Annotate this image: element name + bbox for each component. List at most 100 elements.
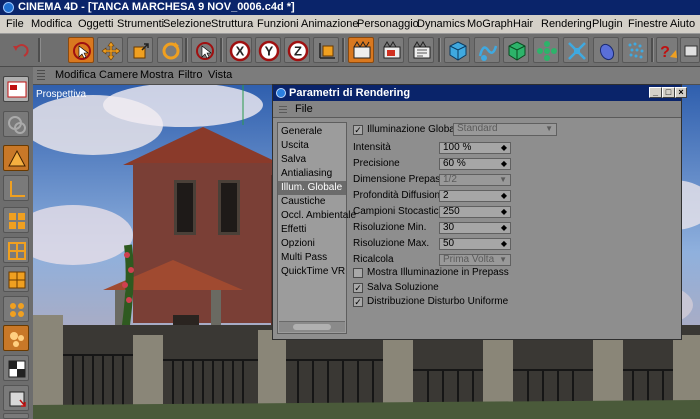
category-multi-pass[interactable]: Multi Pass: [278, 251, 346, 265]
salva-soluzione-checkbox[interactable]: ✓: [353, 283, 363, 293]
viewport-menu-modifica[interactable]: Modifica: [55, 69, 96, 82]
category-occl-ambientale[interactable]: Occl. Ambientale: [278, 209, 356, 223]
menu-funzioni[interactable]: Funzioni: [257, 17, 299, 31]
param-campioni-stocastici-field[interactable]: 250 ◆: [439, 206, 511, 218]
undo-icon[interactable]: [8, 37, 34, 63]
param-value: 250: [443, 206, 460, 217]
animation-icon[interactable]: [3, 385, 29, 411]
gi-enable-checkbox[interactable]: ✓: [353, 125, 363, 135]
menu-plugin[interactable]: Plugin: [592, 17, 623, 31]
point-tool-icon[interactable]: [3, 175, 29, 201]
tweak-tool-icon[interactable]: [3, 325, 29, 351]
close-button[interactable]: ×: [675, 87, 687, 98]
menu-animazione[interactable]: Animazione: [301, 17, 358, 31]
gi-mode-dropdown[interactable]: Standard ▼: [453, 123, 557, 136]
viewport-label: Prospettiva: [36, 89, 87, 100]
layout-icon[interactable]: [3, 76, 29, 102]
menu-finestre[interactable]: Finestre: [628, 17, 668, 31]
menu-struttura[interactable]: Struttura: [211, 17, 253, 31]
menu-dynamics[interactable]: Dynamics: [417, 17, 465, 31]
help-icon[interactable]: ?: [656, 37, 678, 63]
param-intensita-field[interactable]: 100 % ◆: [439, 142, 511, 154]
extra-icon[interactable]: [680, 37, 700, 63]
maximize-button[interactable]: □: [662, 87, 675, 98]
dialog-title-bar[interactable]: Parametri di Rendering _ □ ×: [273, 85, 687, 101]
param-value: 30: [443, 222, 455, 233]
polygon-tool-icon[interactable]: [3, 237, 29, 263]
category-effetti[interactable]: Effetti: [278, 223, 346, 237]
cube-primitive-icon[interactable]: [444, 37, 470, 63]
edge-tool-icon[interactable]: [3, 207, 29, 233]
x-axis-icon[interactable]: X: [226, 37, 252, 63]
category-generale[interactable]: Generale: [278, 125, 346, 139]
minimize-button[interactable]: _: [649, 87, 662, 98]
distribuzione-disturbo-checkbox[interactable]: ✓: [353, 297, 363, 307]
category-caustiche[interactable]: Caustiche: [278, 195, 346, 209]
grip-icon: [279, 104, 287, 113]
workplane-icon[interactable]: [3, 355, 29, 381]
dialog-menu-file[interactable]: File: [295, 103, 313, 115]
model-tool-icon[interactable]: [3, 111, 29, 137]
param-risoluzione-max-field[interactable]: 50 ◆: [439, 238, 511, 250]
title-bar: CINEMA 4D - [TANCA MARCHESA 9 NOV_0006.c…: [0, 0, 700, 15]
array-icon[interactable]: [533, 37, 559, 63]
render-settings-icon[interactable]: [408, 37, 434, 63]
help-label: ?: [660, 44, 670, 61]
snap-icon[interactable]: [3, 413, 29, 419]
axis-tool-icon[interactable]: [3, 296, 29, 322]
menu-aiuto[interactable]: Aiuto: [670, 17, 695, 31]
param-profondita-diffusione-field[interactable]: 2 ◆: [439, 190, 511, 202]
z-axis-icon[interactable]: Z: [284, 37, 310, 63]
menu-file[interactable]: File: [6, 17, 24, 31]
param-risoluzione-min-field[interactable]: 30 ◆: [439, 222, 511, 234]
deformer-icon[interactable]: [563, 37, 589, 63]
y-axis-label: Y: [265, 44, 274, 59]
menu-modifica[interactable]: Modifica: [31, 17, 72, 31]
y-axis-icon[interactable]: Y: [255, 37, 281, 63]
x-axis-label: X: [236, 44, 245, 59]
category-illum-globale[interactable]: Illum. Globale: [278, 181, 346, 195]
menu-strumenti[interactable]: Strumenti: [117, 17, 164, 31]
category-opzioni[interactable]: Opzioni: [278, 237, 346, 251]
category-scrollbar[interactable]: [279, 321, 345, 332]
menu-hair[interactable]: Hair: [513, 17, 533, 31]
menu-oggetti[interactable]: Oggetti: [78, 17, 113, 31]
category-uscita[interactable]: Uscita: [278, 139, 346, 153]
viewport-menu-vista[interactable]: Vista: [208, 69, 232, 82]
render-picture-viewer-icon[interactable]: [378, 37, 404, 63]
z-axis-label: Z: [294, 44, 302, 59]
category-quicktime-vr[interactable]: QuickTime VR: [278, 265, 346, 279]
param-dimensione-prepass-dropdown[interactable]: 1/2 ▼: [439, 174, 511, 186]
category-salva[interactable]: Salva: [278, 153, 346, 167]
stepper-icon: ◆: [500, 191, 507, 200]
chevron-down-icon: ▼: [545, 124, 553, 133]
param-ricalcola-dropdown[interactable]: Prima Volta ▼: [439, 254, 511, 266]
menu-mograph[interactable]: MoGraph: [467, 17, 513, 31]
param-precisione-field[interactable]: 60 % ◆: [439, 158, 511, 170]
light-icon[interactable]: [622, 37, 648, 63]
menu-personaggio[interactable]: Personaggio: [357, 17, 419, 31]
coordinate-system-icon[interactable]: [313, 37, 339, 63]
nurbs-icon[interactable]: [503, 37, 529, 63]
move-icon[interactable]: [97, 37, 123, 63]
recent-tool-icon[interactable]: [191, 37, 217, 63]
viewport-menu-bar: Modifica Camere Mostra Filtro Vista: [33, 67, 700, 85]
category-antialiasing[interactable]: Antialiasing: [278, 167, 346, 181]
salva-soluzione-label: Salva Soluzione: [367, 282, 439, 293]
viewport-menu-mostra[interactable]: Mostra: [140, 69, 174, 82]
scrollbar-thumb[interactable]: [293, 324, 331, 330]
select-live-icon[interactable]: [68, 37, 94, 63]
mostra-illuminazione-checkbox[interactable]: [353, 268, 363, 278]
viewport-menu-filtro[interactable]: Filtro: [178, 69, 202, 82]
scale-icon[interactable]: [127, 37, 153, 63]
rotate-icon[interactable]: [157, 37, 183, 63]
spline-icon[interactable]: [474, 37, 500, 63]
scene-icon[interactable]: [593, 37, 619, 63]
menu-selezione[interactable]: Selezione: [163, 17, 211, 31]
menu-rendering[interactable]: Rendering: [541, 17, 592, 31]
object-tool-icon[interactable]: [3, 145, 29, 171]
render-view-icon[interactable]: [348, 37, 374, 63]
dialog-menu-bar: File: [273, 101, 681, 118]
viewport-menu-camere[interactable]: Camere: [99, 69, 138, 82]
texture-tool-icon[interactable]: [3, 266, 29, 292]
